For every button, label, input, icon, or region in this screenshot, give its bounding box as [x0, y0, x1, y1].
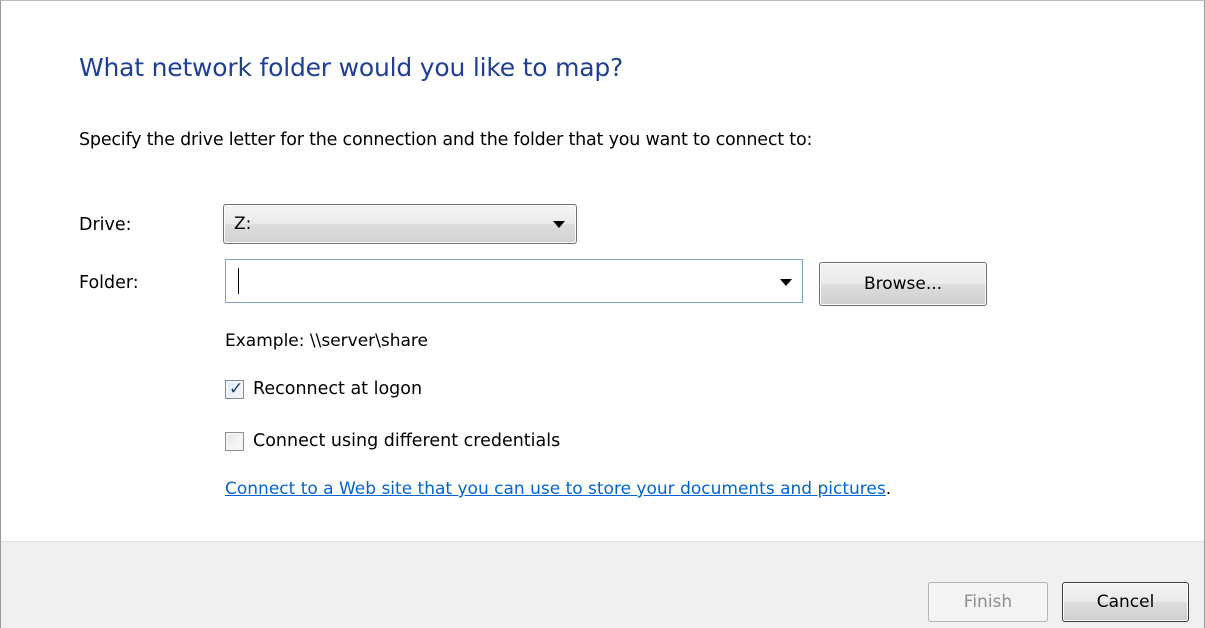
reconnect-checkbox[interactable]: ✓ [225, 378, 244, 399]
dialog-footer: Finish Cancel [1, 541, 1204, 628]
example-path-text: Example: \\server\share [225, 331, 429, 351]
drive-selected-value: Z: [234, 214, 252, 234]
web-site-link[interactable]: Connect to a Web site that you can use t… [225, 479, 886, 499]
folder-input[interactable] [226, 260, 766, 302]
folder-label: Folder: [79, 273, 139, 293]
checkmark-icon: ✓ [229, 378, 244, 399]
chevron-down-icon [780, 279, 792, 286]
drive-select[interactable]: Z: [223, 204, 577, 244]
web-site-link-line: Connect to a Web site that you can use t… [225, 479, 891, 499]
reconnect-at-logon-option[interactable]: ✓ Reconnect at logon [225, 377, 422, 401]
credentials-label[interactable]: Connect using different credentials [253, 431, 560, 451]
link-suffix: . [885, 479, 892, 499]
instruction-text: Specify the drive letter for the connect… [79, 130, 813, 150]
credentials-checkbox[interactable] [225, 431, 244, 451]
different-credentials-option[interactable]: Connect using different credentials [225, 429, 560, 453]
page-title: What network folder would you like to ma… [79, 53, 624, 82]
map-network-drive-dialog: What network folder would you like to ma… [0, 0, 1205, 628]
folder-combobox[interactable] [225, 259, 803, 303]
text-caret [238, 268, 239, 294]
reconnect-label[interactable]: Reconnect at logon [253, 379, 422, 399]
browse-button[interactable]: Browse... [819, 262, 987, 306]
finish-button[interactable]: Finish [928, 582, 1048, 622]
chevron-down-icon [553, 221, 565, 228]
folder-history-dropdown-button[interactable] [772, 260, 802, 302]
drive-label: Drive: [79, 215, 132, 235]
cancel-button[interactable]: Cancel [1062, 582, 1189, 622]
